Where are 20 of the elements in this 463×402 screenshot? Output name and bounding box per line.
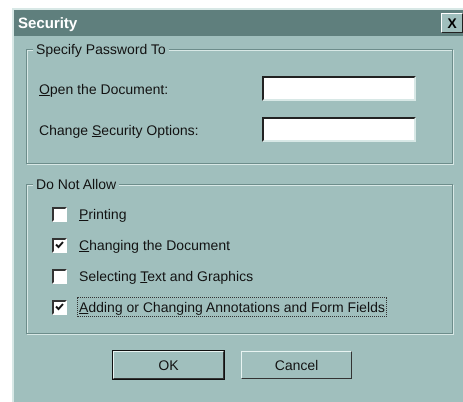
- group-title: Do Not Allow: [33, 176, 120, 192]
- group-title: Specify Password To: [33, 41, 169, 57]
- checkbox[interactable]: [52, 206, 67, 222]
- password-field[interactable]: [262, 117, 416, 142]
- checkbox-label[interactable]: Adding or Changing Annotations and Form Fields: [77, 297, 387, 317]
- check-icon: [55, 303, 64, 311]
- checkbox-label[interactable]: Selecting Text and Graphics: [77, 266, 256, 286]
- checkbox-label[interactable]: Printing: [77, 204, 128, 224]
- field-label: Change Security Options:: [39, 122, 199, 138]
- window-title: Security: [18, 14, 78, 32]
- checkbox[interactable]: [52, 268, 67, 284]
- checkbox-label[interactable]: Changing the Document: [77, 235, 232, 255]
- ok-button[interactable]: OK: [113, 351, 224, 379]
- field-label: Open the Document:: [39, 80, 168, 96]
- checkbox[interactable]: [52, 300, 67, 314]
- checkbox[interactable]: [52, 238, 67, 252]
- cancel-button[interactable]: Cancel: [241, 351, 352, 379]
- check-icon: [55, 241, 64, 249]
- close-button[interactable]: X: [441, 13, 463, 33]
- password-field[interactable]: [262, 76, 416, 101]
